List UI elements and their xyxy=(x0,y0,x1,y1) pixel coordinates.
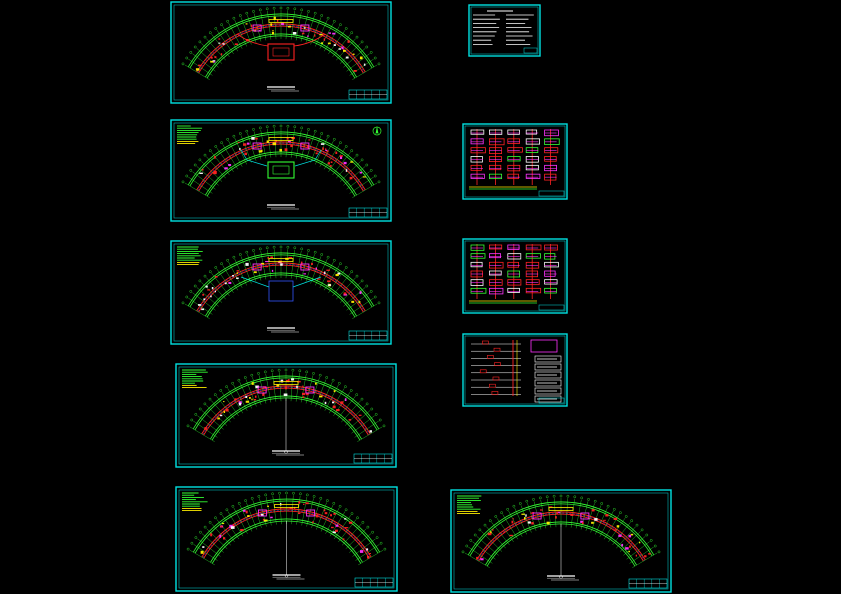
canvas-background xyxy=(0,0,841,594)
cad-drawing-canvas[interactable] xyxy=(0,0,841,594)
